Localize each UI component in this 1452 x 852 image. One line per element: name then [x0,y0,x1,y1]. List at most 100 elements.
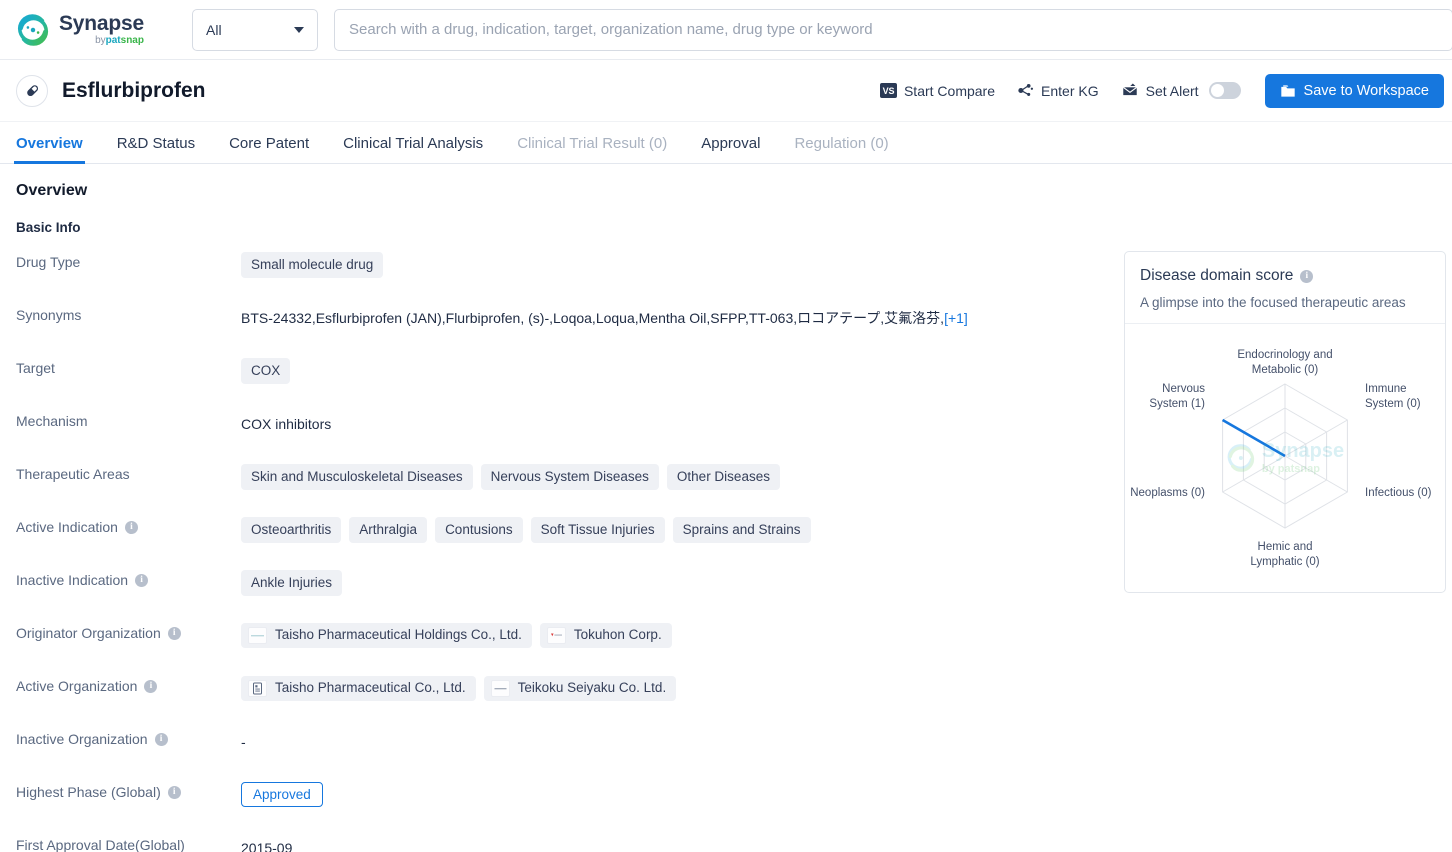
teikoku-logo-icon [490,680,510,697]
info-icon[interactable]: i [1300,269,1314,283]
tab-approval[interactable]: Approval [701,135,760,163]
mechanism-text: COX inhibitors [241,416,332,432]
label-inactive-indication: Inactive Indication i [16,569,241,588]
row-therapeutic-areas: Therapeutic Areas Skin and Musculoskelet… [16,463,1110,516]
synapse-logo[interactable]: Synapse bypatsnap [16,13,168,47]
row-drug-type: Drug Type Small molecule drug [16,251,1110,304]
radar-label-immune: Immune [1365,383,1407,395]
status-badge[interactable]: Approved [241,782,323,807]
chip-therapeutic-area[interactable]: Other Diseases [666,464,780,491]
info-icon[interactable]: i [167,626,181,640]
radar-label-endocrinology: Endocrinology and [1237,349,1332,361]
chip-active-indication[interactable]: Sprains and Strains [672,517,811,544]
logo-subtitle: bypatsnap [59,36,144,46]
organization-name: Teikoku Seiyaku Co. Ltd. [517,680,667,696]
taisho-doc-logo-icon [248,680,267,697]
organization-name: Tokuhon Corp. [573,627,662,643]
label-originator-organization: Originator Organization i [16,622,241,641]
drug-header: Esflurbiprofen VS Start Compare Enter KG [0,60,1452,122]
chip-drug-type[interactable]: Small molecule drug [241,252,384,279]
organization-name: Taisho Pharmaceutical Holdings Co., Ltd. [275,627,522,643]
logo-title: Synapse [59,12,144,35]
info-icon[interactable]: i [135,573,149,587]
start-compare-button[interactable]: VS Start Compare [879,83,995,99]
label-synonyms: Synonyms [16,304,241,323]
label-highest-phase: Highest Phase (Global) i [16,781,241,800]
chip-active-indication[interactable]: Soft Tissue Injuries [530,517,665,544]
score-card-title-text: Disease domain score [1140,267,1294,284]
radar-label-hemic-2: Lymphatic (0) [1250,556,1319,568]
info-icon[interactable]: i [144,679,158,693]
right-column: Disease domain score i A glimpse into th… [1110,182,1446,852]
score-card-header: Disease domain score i A glimpse into th… [1125,252,1445,324]
alert-envelope-icon [1122,83,1137,96]
label-mechanism: Mechanism [16,410,241,429]
knowledge-graph-icon [1018,84,1034,96]
radar-label-neoplasms: Neoplasms (0) [1130,487,1205,499]
search-scope-select[interactable]: All [192,8,318,51]
disease-domain-score-card: Disease domain score i A glimpse into th… [1124,251,1446,593]
label-drug-type: Drug Type [16,251,241,270]
info-icon[interactable]: i [167,785,181,799]
synonyms-text-block: BTS-24332,Esflurbiprofen (JAN),Flurbipro… [241,305,968,328]
value-active-organization: Taisho Pharmaceutical Co., Ltd. Teikoku … [241,675,1110,701]
synonyms-more-link[interactable]: [+1] [944,310,968,326]
label-first-approval-date: First Approval Date(Global) [16,834,241,852]
overview-heading: Overview [16,182,88,199]
row-mechanism: Mechanism COX inhibitors [16,410,1110,463]
tab-clinical-trial-analysis[interactable]: Clinical Trial Analysis [343,135,483,163]
chip-therapeutic-area[interactable]: Skin and Musculoskeletal Diseases [241,464,473,491]
set-alert-toggle[interactable] [1208,82,1241,99]
radar-label-immune-2: System (0) [1365,398,1421,410]
set-alert-group: Set Alert [1121,82,1241,99]
chip-target[interactable]: COX [241,358,291,385]
header-actions: VS Start Compare Enter KG Set Alert Save… [879,73,1444,108]
page-title: Esflurbiprofen [62,78,206,102]
tab-rd-status[interactable]: R&D Status [117,135,195,163]
organization-name: Taisho Pharmaceutical Co., Ltd. [275,680,466,696]
row-inactive-indication: Inactive Indication i Ankle Injuries [16,569,1110,622]
set-alert-button[interactable]: Set Alert [1121,82,1199,99]
chip-organization[interactable]: Taisho Pharmaceutical Holdings Co., Ltd. [241,623,532,648]
disease-domain-radar-chart: Endocrinology and Metabolic (0) Immune S… [1130,349,1431,568]
chip-organization[interactable]: Tokuhon Corp. [539,623,672,648]
chip-organization[interactable]: Teikoku Seiyaku Co. Ltd. [483,676,677,701]
chip-active-indication[interactable]: Arthralgia [349,517,428,544]
info-icon[interactable]: i [124,520,138,534]
chip-therapeutic-area[interactable]: Nervous System Diseases [480,464,659,491]
chip-organization[interactable]: Taisho Pharmaceutical Co., Ltd. [241,676,476,701]
value-drug-type: Small molecule drug [241,251,1110,279]
label-target-text: Target [16,360,55,376]
radar-label-nervous: Nervous [1162,383,1205,395]
label-highest-phase-text: Highest Phase (Global) [16,784,161,800]
label-therapeutic-areas-text: Therapeutic Areas [16,466,130,482]
chevron-down-icon [294,26,304,33]
drug-avatar [16,74,48,107]
tab-overview[interactable]: Overview [14,135,85,164]
radar-label-hemic: Hemic and [1258,541,1313,553]
chip-active-indication[interactable]: Contusions [435,517,523,544]
versus-icon: VS [879,83,897,98]
tab-regulation: Regulation (0) [794,135,889,152]
logo-snap-text: snap [120,35,144,46]
global-search-box[interactable] [334,8,1452,51]
label-synonyms-text: Synonyms [16,307,82,323]
label-active-indication: Active Indication i [16,516,241,535]
row-inactive-organization: Inactive Organization i - [16,728,1110,781]
enter-kg-button[interactable]: Enter KG [1017,82,1099,99]
row-first-approval-date: First Approval Date(Global) 2015-09 [16,834,1110,852]
search-input[interactable] [349,21,1438,38]
capsule-icon [26,85,38,97]
taisho-holdings-logo-icon [248,627,267,644]
folder-icon [1280,84,1295,97]
label-inactive-organization-text: Inactive Organization [16,731,148,747]
label-first-approval-date-text: First Approval Date(Global) [16,837,185,852]
save-to-workspace-button[interactable]: Save to Workspace [1264,73,1444,108]
radar-series-disease-domain-score [1221,418,1286,458]
tab-core-patent[interactable]: Core Patent [229,135,309,163]
value-synonyms: BTS-24332,Esflurbiprofen (JAN),Flurbipro… [241,304,1110,328]
chip-active-indication[interactable]: Osteoarthritis [241,517,342,544]
row-highest-phase: Highest Phase (Global) i Approved [16,781,1110,834]
chip-inactive-indication[interactable]: Ankle Injuries [241,570,343,597]
info-icon[interactable]: i [154,732,168,746]
